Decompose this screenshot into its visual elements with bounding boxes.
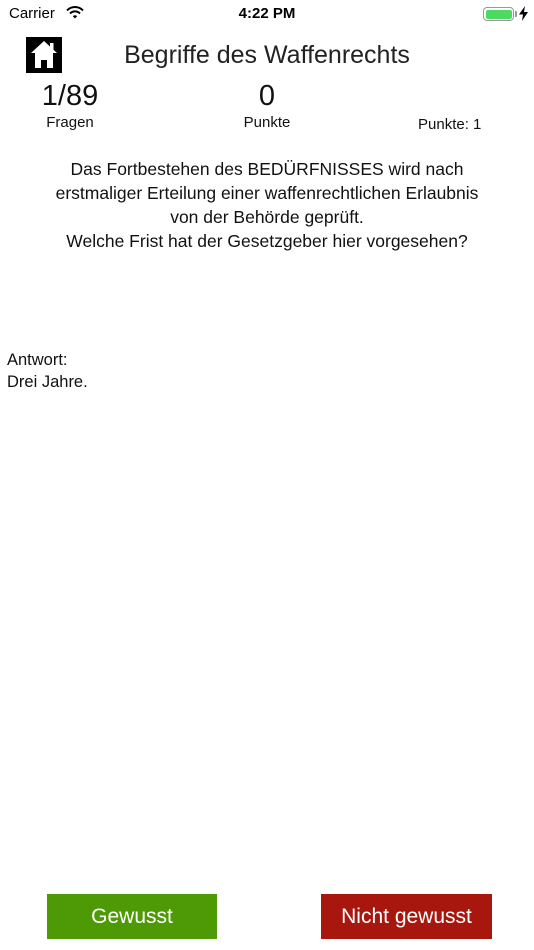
page-title: Begriffe des Waffenrechts	[124, 41, 410, 69]
charging-bolt-icon	[519, 6, 528, 26]
question-counter-label: Fragen	[46, 114, 94, 131]
question-line: Welche Frist hat der Gesetzgeber hier vo…	[66, 231, 468, 251]
quiz-screen: Carrier 4:22 PM Begriffe des Waffenrecht…	[0, 0, 534, 950]
status-time: 4:22 PM	[238, 5, 296, 22]
question-counter: 1/89	[41, 80, 99, 112]
not-known-button[interactable]: Nicht gewusst	[321, 894, 492, 939]
answer-label: Antwort:	[7, 351, 68, 369]
question-line: erstmaliger Erteilung einer waffenrechtl…	[55, 183, 479, 203]
points-per-question: Punkte: 1	[418, 116, 482, 133]
score-value: 0	[258, 80, 276, 112]
known-button[interactable]: Gewusst	[47, 894, 217, 939]
answer-text: Drei Jahre.	[7, 373, 88, 391]
status-bar: Carrier 4:22 PM	[0, 0, 534, 30]
score-label: Punkte	[243, 114, 291, 131]
battery-icon	[483, 7, 514, 21]
question-text: Das Fortbestehen des BEDÜRFNISSES wird n…	[20, 157, 514, 253]
battery-cap	[515, 11, 517, 17]
question-line: Das Fortbestehen des BEDÜRFNISSES wird n…	[70, 159, 464, 179]
question-line: von der Behörde geprüft.	[170, 207, 364, 227]
